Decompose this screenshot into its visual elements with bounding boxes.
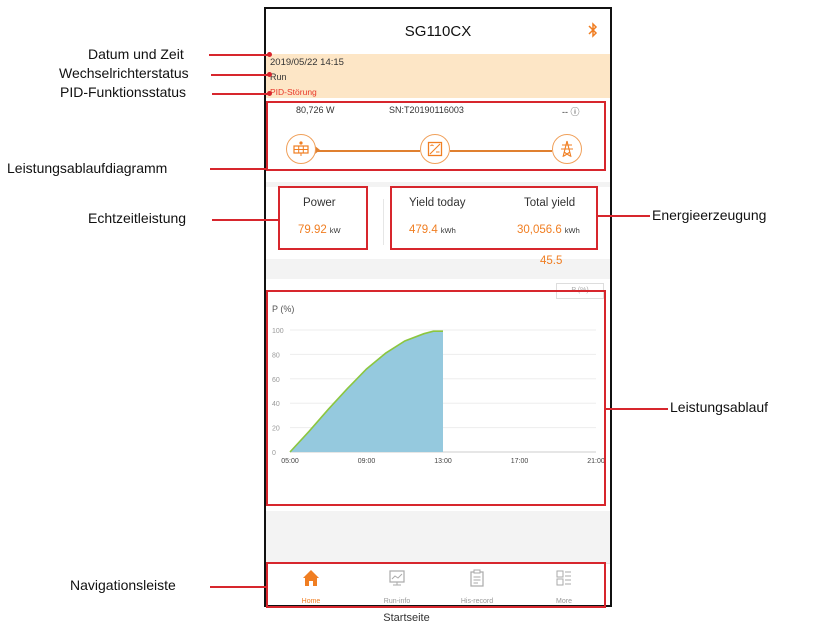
annotation-navigation: Navigationsleiste <box>70 577 176 593</box>
highlight-realtime-power <box>278 186 368 250</box>
highlight-power-flow <box>266 101 606 171</box>
annotation-dot-inverter-status <box>267 72 272 77</box>
annotation-power-flow: Leistungsablaufdiagramm <box>7 160 168 176</box>
annotation-line-realtime-power <box>212 219 278 221</box>
annotation-line-datetime <box>209 54 269 56</box>
annotation-dot-datetime <box>267 52 272 57</box>
extra-value: 45.5 <box>540 255 563 267</box>
status-panel: 2019/05/22 14:15 Run PID-Störung <box>266 54 610 98</box>
highlight-navigation <box>266 562 606 608</box>
annotation-energy-yield: Energieerzeugung <box>652 207 767 223</box>
annotation-line-power-curve <box>606 408 668 410</box>
annotation-realtime-power: Echtzeitleistung <box>88 210 187 226</box>
annotation-dot-pid-status <box>267 91 272 96</box>
inverter-status-text: Run <box>270 72 287 82</box>
annotation-line-power-flow <box>210 168 266 170</box>
device-title: SG110CX <box>404 23 472 40</box>
annotation-power-curve: Leistungsablauf <box>670 399 769 415</box>
app-header: SG110CX <box>266 9 610 54</box>
pid-status-text: PID-Störung <box>270 87 317 97</box>
annotation-pid-status: PID-Funktionsstatus <box>60 84 187 100</box>
datetime-text: 2019/05/22 14:15 <box>270 57 344 68</box>
bluetooth-icon[interactable] <box>588 22 598 43</box>
annotation-datetime: Datum und Zeit <box>88 46 184 62</box>
highlight-power-curve <box>266 290 606 506</box>
annotation-line-pid-status <box>212 93 269 95</box>
annotation-line-inverter-status <box>211 74 269 76</box>
highlight-energy-yield <box>390 186 598 250</box>
annotation-line-energy-yield <box>598 215 650 217</box>
annotation-line-navigation <box>210 586 266 588</box>
annotation-inverter-status: Wechselrichterstatus <box>59 65 189 81</box>
figure-caption: Startseite <box>383 612 430 624</box>
kpi-divider <box>383 199 384 245</box>
